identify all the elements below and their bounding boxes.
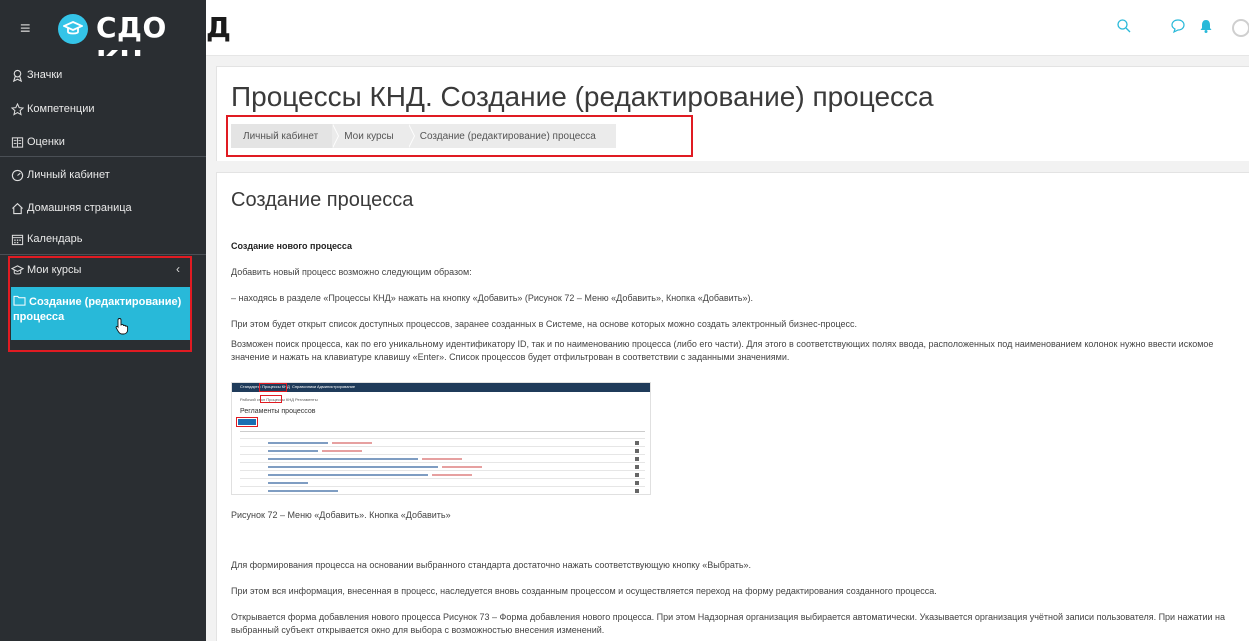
hamburger-menu-icon[interactable]: ≡ bbox=[20, 19, 31, 37]
navbar-brand-area: ≡ СДО КН bbox=[0, 0, 206, 77]
sidebar-item-badges[interactable]: Значки bbox=[0, 64, 206, 86]
sidebar-item-calendar[interactable]: Календарь bbox=[0, 228, 206, 250]
table-row bbox=[240, 456, 645, 463]
brand-name-tail: Д bbox=[206, 11, 231, 44]
star-icon bbox=[10, 102, 24, 116]
paragraph: Добавить новый процесс возможно следующи… bbox=[231, 267, 472, 277]
table-row bbox=[240, 480, 645, 487]
page-title: Процессы КНД. Создание (редактирование) … bbox=[231, 81, 934, 112]
top-navbar: ≡ СДО КН Д bbox=[0, 0, 1249, 77]
sidebar-item-label: Домашняя страница bbox=[27, 202, 132, 214]
figure-table bbox=[240, 431, 645, 494]
sidebar-item-label: Значки bbox=[27, 69, 63, 81]
paragraph: При этом вся информация, внесенная в про… bbox=[231, 586, 937, 596]
sidebar-item-label: Оценки bbox=[27, 136, 65, 148]
table-row bbox=[240, 472, 645, 479]
table-row bbox=[240, 464, 645, 471]
sidebar-item-competencies[interactable]: Компетенции bbox=[0, 98, 206, 120]
highlight-frame bbox=[8, 256, 192, 352]
figure-screenshot: Стандарты Процессы КНД Справочники Админ… bbox=[231, 382, 651, 495]
highlight-frame bbox=[260, 395, 282, 403]
paragraph: Возможен поиск процесса, как по его уник… bbox=[231, 339, 1214, 362]
paragraph: Открывается форма добавления нового проц… bbox=[231, 612, 1226, 635]
notifications-bell-icon[interactable] bbox=[1198, 18, 1214, 34]
dashboard-icon bbox=[10, 168, 24, 182]
highlight-frame bbox=[259, 383, 287, 392]
table-row bbox=[240, 432, 645, 439]
messages-icon[interactable] bbox=[1170, 18, 1186, 34]
section-heading: Создание процесса bbox=[231, 189, 414, 211]
sidebar-nav: Значки Компетенции Оценки Личный кабинет… bbox=[0, 56, 206, 641]
user-avatar-icon[interactable] bbox=[1231, 18, 1249, 38]
highlight-frame bbox=[236, 417, 258, 427]
sidebar-item-home[interactable]: Домашняя страница bbox=[0, 197, 206, 219]
sidebar-item-label: Компетенции bbox=[27, 103, 95, 115]
logo-icon[interactable] bbox=[58, 14, 88, 44]
subheading: Создание нового процесса bbox=[231, 241, 352, 251]
calendar-icon bbox=[10, 232, 24, 246]
sidebar-divider bbox=[0, 156, 206, 157]
paragraph: При этом будет открыт список доступных п… bbox=[231, 319, 858, 329]
highlight-frame bbox=[226, 115, 693, 157]
content-card: Создание процесса Создание нового процес… bbox=[216, 172, 1249, 641]
sidebar-item-grades[interactable]: Оценки bbox=[0, 131, 206, 153]
figure-title: Регламенты процессов bbox=[240, 408, 316, 415]
gradebook-icon bbox=[10, 135, 24, 149]
badge-icon bbox=[10, 68, 24, 82]
figure-navbar: Стандарты Процессы КНД Справочники Админ… bbox=[232, 383, 650, 392]
paragraph: – находясь в разделе «Процессы КНД» нажа… bbox=[231, 293, 753, 303]
home-icon bbox=[10, 201, 24, 215]
table-row bbox=[240, 488, 645, 494]
figure-caption: Рисунок 72 – Меню «Добавить». Кнопка «До… bbox=[231, 510, 451, 520]
search-icon[interactable] bbox=[1116, 18, 1132, 34]
table-row bbox=[240, 440, 645, 447]
table-row bbox=[240, 448, 645, 455]
sidebar-item-dashboard[interactable]: Личный кабинет bbox=[0, 164, 206, 186]
paragraph: Для формирования процесса на основании в… bbox=[231, 560, 752, 570]
sidebar-item-label: Календарь bbox=[27, 233, 83, 245]
sidebar-item-label: Личный кабинет bbox=[27, 169, 110, 181]
sidebar-divider bbox=[0, 254, 206, 255]
